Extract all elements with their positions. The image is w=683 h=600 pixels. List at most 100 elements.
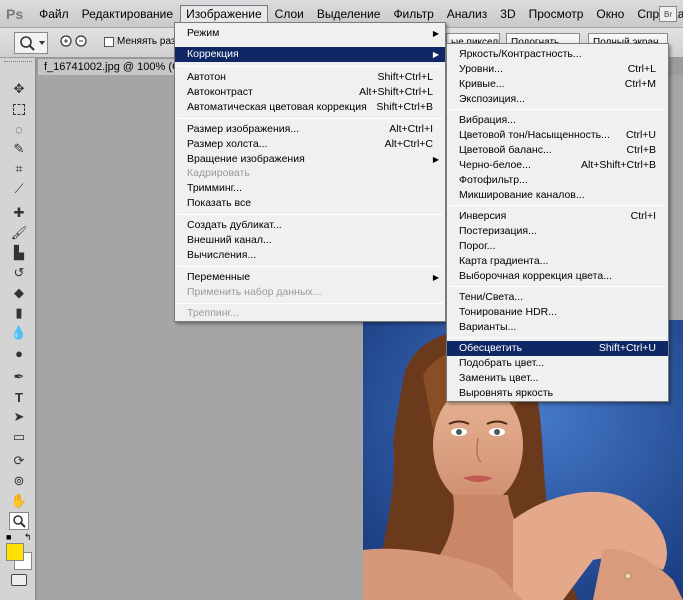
menu-separator [177,266,443,267]
adj-posterize[interactable]: Постеризация... [447,224,668,239]
zoom-mode-buttons[interactable] [58,32,92,54]
panel-grip[interactable] [4,61,32,64]
menu-view[interactable]: Просмотр [523,5,590,23]
adj-replace-color[interactable]: Заменить цвет... [447,371,668,386]
crop-tool-icon[interactable]: ⌗ [9,160,29,178]
3d-orbit-tool-icon[interactable]: ⊚ [9,472,29,490]
menu-separator [177,214,443,215]
document-tab[interactable]: f_16741002.jpg @ 100% (C [37,58,177,75]
adj-invert[interactable]: Инверсия Ctrl+I [447,209,668,224]
adj-hdr-toning[interactable]: Тонирование HDR... [447,305,668,320]
adjustments-submenu: Яркость/Контрастность... Уровни... Ctrl+L… [446,43,669,402]
image-menu-variables[interactable]: Переменные ▶ [175,270,445,285]
zoom-icon [20,36,45,51]
adj-variations[interactable]: Варианты... [447,320,668,335]
adj-exposure[interactable]: Экспозиция... [447,92,668,107]
adj-shadows-highlights[interactable]: Тени/Света... [447,290,668,305]
image-menu-reveal-all[interactable]: Показать все [175,196,445,211]
image-menu-apply-data-set[interactable]: Применить набор данных... [175,285,445,300]
tool-preset-picker[interactable] [14,32,48,54]
image-menu-crop[interactable]: Кадрировать [175,166,445,181]
3d-rotate-tool-icon[interactable]: ⟳ [9,452,29,470]
eraser-tool-icon[interactable]: ◆ [9,284,29,302]
image-menu-trap[interactable]: Треппинг... [175,306,445,321]
bridge-button[interactable]: Br [659,6,677,22]
adj-channel-mixer[interactable]: Микширование каналов... [447,188,668,203]
menu-separator [449,205,666,206]
zoom-in-out-icon [60,35,87,47]
menu-window[interactable]: Окно [590,5,630,23]
quick-selection-tool-icon[interactable]: ✎ [9,140,29,158]
image-menu-image-size[interactable]: Размер изображения... Alt+Ctrl+I [175,122,445,137]
default-colors-icon[interactable]: ■ [6,532,11,542]
eyedropper-tool-icon[interactable]: ⟋ [9,180,29,198]
lasso-tool-icon[interactable]: ◌ [9,120,29,138]
dodge-tool-icon[interactable]: ● [9,344,29,362]
pen-tool-icon[interactable]: ✒ [9,368,29,386]
image-menu-dropdown: Режим ▶ Коррекция ▶ Автотон Shift+Ctrl+L Ав… [174,22,446,322]
menu-select[interactable]: Выделение [311,5,387,23]
adj-brightness-contrast[interactable]: Яркость/Контрастность... [447,47,668,62]
image-menu-image-rotation[interactable]: Вращение изображения ▶ [175,152,445,167]
menu-separator [449,337,666,338]
adj-curves[interactable]: Кривые... Ctrl+M [447,77,668,92]
adj-equalize[interactable]: Выровнять яркость [447,386,668,401]
image-menu-auto-color[interactable]: Автоматическая цветовая коррекция Shift+C… [175,100,445,115]
adj-black-white[interactable]: Черно-белое... Alt+Shift+Ctrl+B [447,158,668,173]
shape-tool-icon[interactable]: ▭ [9,428,29,446]
move-tool-icon[interactable]: ✥ [9,80,29,98]
menu-image[interactable]: Изображение [180,4,268,23]
menu-3d[interactable]: 3D [494,5,521,23]
image-menu-duplicate[interactable]: Создать дубликат... [175,218,445,233]
zoom-tool-icon[interactable] [9,512,29,530]
image-menu-trim[interactable]: Тримминг... [175,181,445,196]
submenu-arrow-icon: ▶ [432,50,439,59]
brush-tool-icon[interactable]: 🖌 [9,224,29,242]
image-menu-auto-contrast[interactable]: Автоконтраст Alt+Shift+Ctrl+L [175,85,445,100]
photoshop-logo: Ps [6,5,24,22]
submenu-arrow-icon: ▶ [432,155,439,164]
menu-separator [177,303,443,304]
path-selection-tool-icon[interactable]: ➤ [9,408,29,426]
menu-separator [449,286,666,287]
resize-windows-checkbox[interactable] [104,37,114,47]
blur-tool-icon[interactable]: 💧 [9,324,29,342]
adj-hue-saturation[interactable]: Цветовой тон/Насыщенность... Ctrl+U [447,128,668,143]
marquee-tool-icon[interactable] [9,100,29,118]
adj-match-color[interactable]: Подобрать цвет... [447,356,668,371]
adj-levels[interactable]: Уровни... Ctrl+L [447,62,668,77]
swap-colors-icon[interactable]: ↰ [24,532,32,543]
image-menu-mode[interactable]: Режим ▶ [175,26,445,41]
menu-layers[interactable]: Слои [269,5,310,23]
menu-edit[interactable]: Редактирование [76,5,179,23]
foreground-color-swatch[interactable] [6,543,24,561]
type-tool-icon[interactable]: T [9,388,29,406]
history-brush-tool-icon[interactable]: ↺ [9,264,29,282]
adj-photo-filter[interactable]: Фотофильтр... [447,173,668,188]
image-menu-apply-image[interactable]: Внешний канал... [175,233,445,248]
healing-brush-tool-icon[interactable]: ✚ [9,204,29,222]
submenu-arrow-icon: ▶ [432,29,439,38]
quick-mask-icon[interactable] [11,574,27,586]
image-menu-auto-tone[interactable]: Автотон Shift+Ctrl+L [175,70,445,85]
menu-separator [177,66,443,67]
tools-panel: ✥ ◌ ✎ ⌗ ⟋ ✚ 🖌 ▙ ↺ ◆ ▮ 💧 ● ✒ T ➤ ▭ ⟳ ⊚ ✋ … [0,58,36,600]
adj-desaturate[interactable]: Обесцветить Shift+Ctrl+U [447,341,668,356]
image-menu-canvas-size[interactable]: Размер холста... Alt+Ctrl+C [175,137,445,152]
adj-selective-color[interactable]: Выборочная коррекция цвета... [447,269,668,284]
menu-analysis[interactable]: Анализ [441,5,494,23]
image-menu-calculations[interactable]: Вычисления... [175,248,445,263]
adj-threshold[interactable]: Порог... [447,239,668,254]
menu-file[interactable]: Файл [33,5,75,23]
hand-tool-icon[interactable]: ✋ [9,492,29,510]
submenu-arrow-icon: ▶ [432,273,439,282]
menu-separator [177,118,443,119]
image-menu-adjustments[interactable]: Коррекция ▶ [175,47,445,62]
adj-color-balance[interactable]: Цветовой баланс... Ctrl+B [447,143,668,158]
menu-separator [449,109,666,110]
gradient-tool-icon[interactable]: ▮ [9,304,29,322]
adj-gradient-map[interactable]: Карта градиента... [447,254,668,269]
clone-stamp-tool-icon[interactable]: ▙ [9,244,29,262]
menu-filter[interactable]: Фильтр [387,5,439,23]
adj-vibrance[interactable]: Вибрация... [447,113,668,128]
